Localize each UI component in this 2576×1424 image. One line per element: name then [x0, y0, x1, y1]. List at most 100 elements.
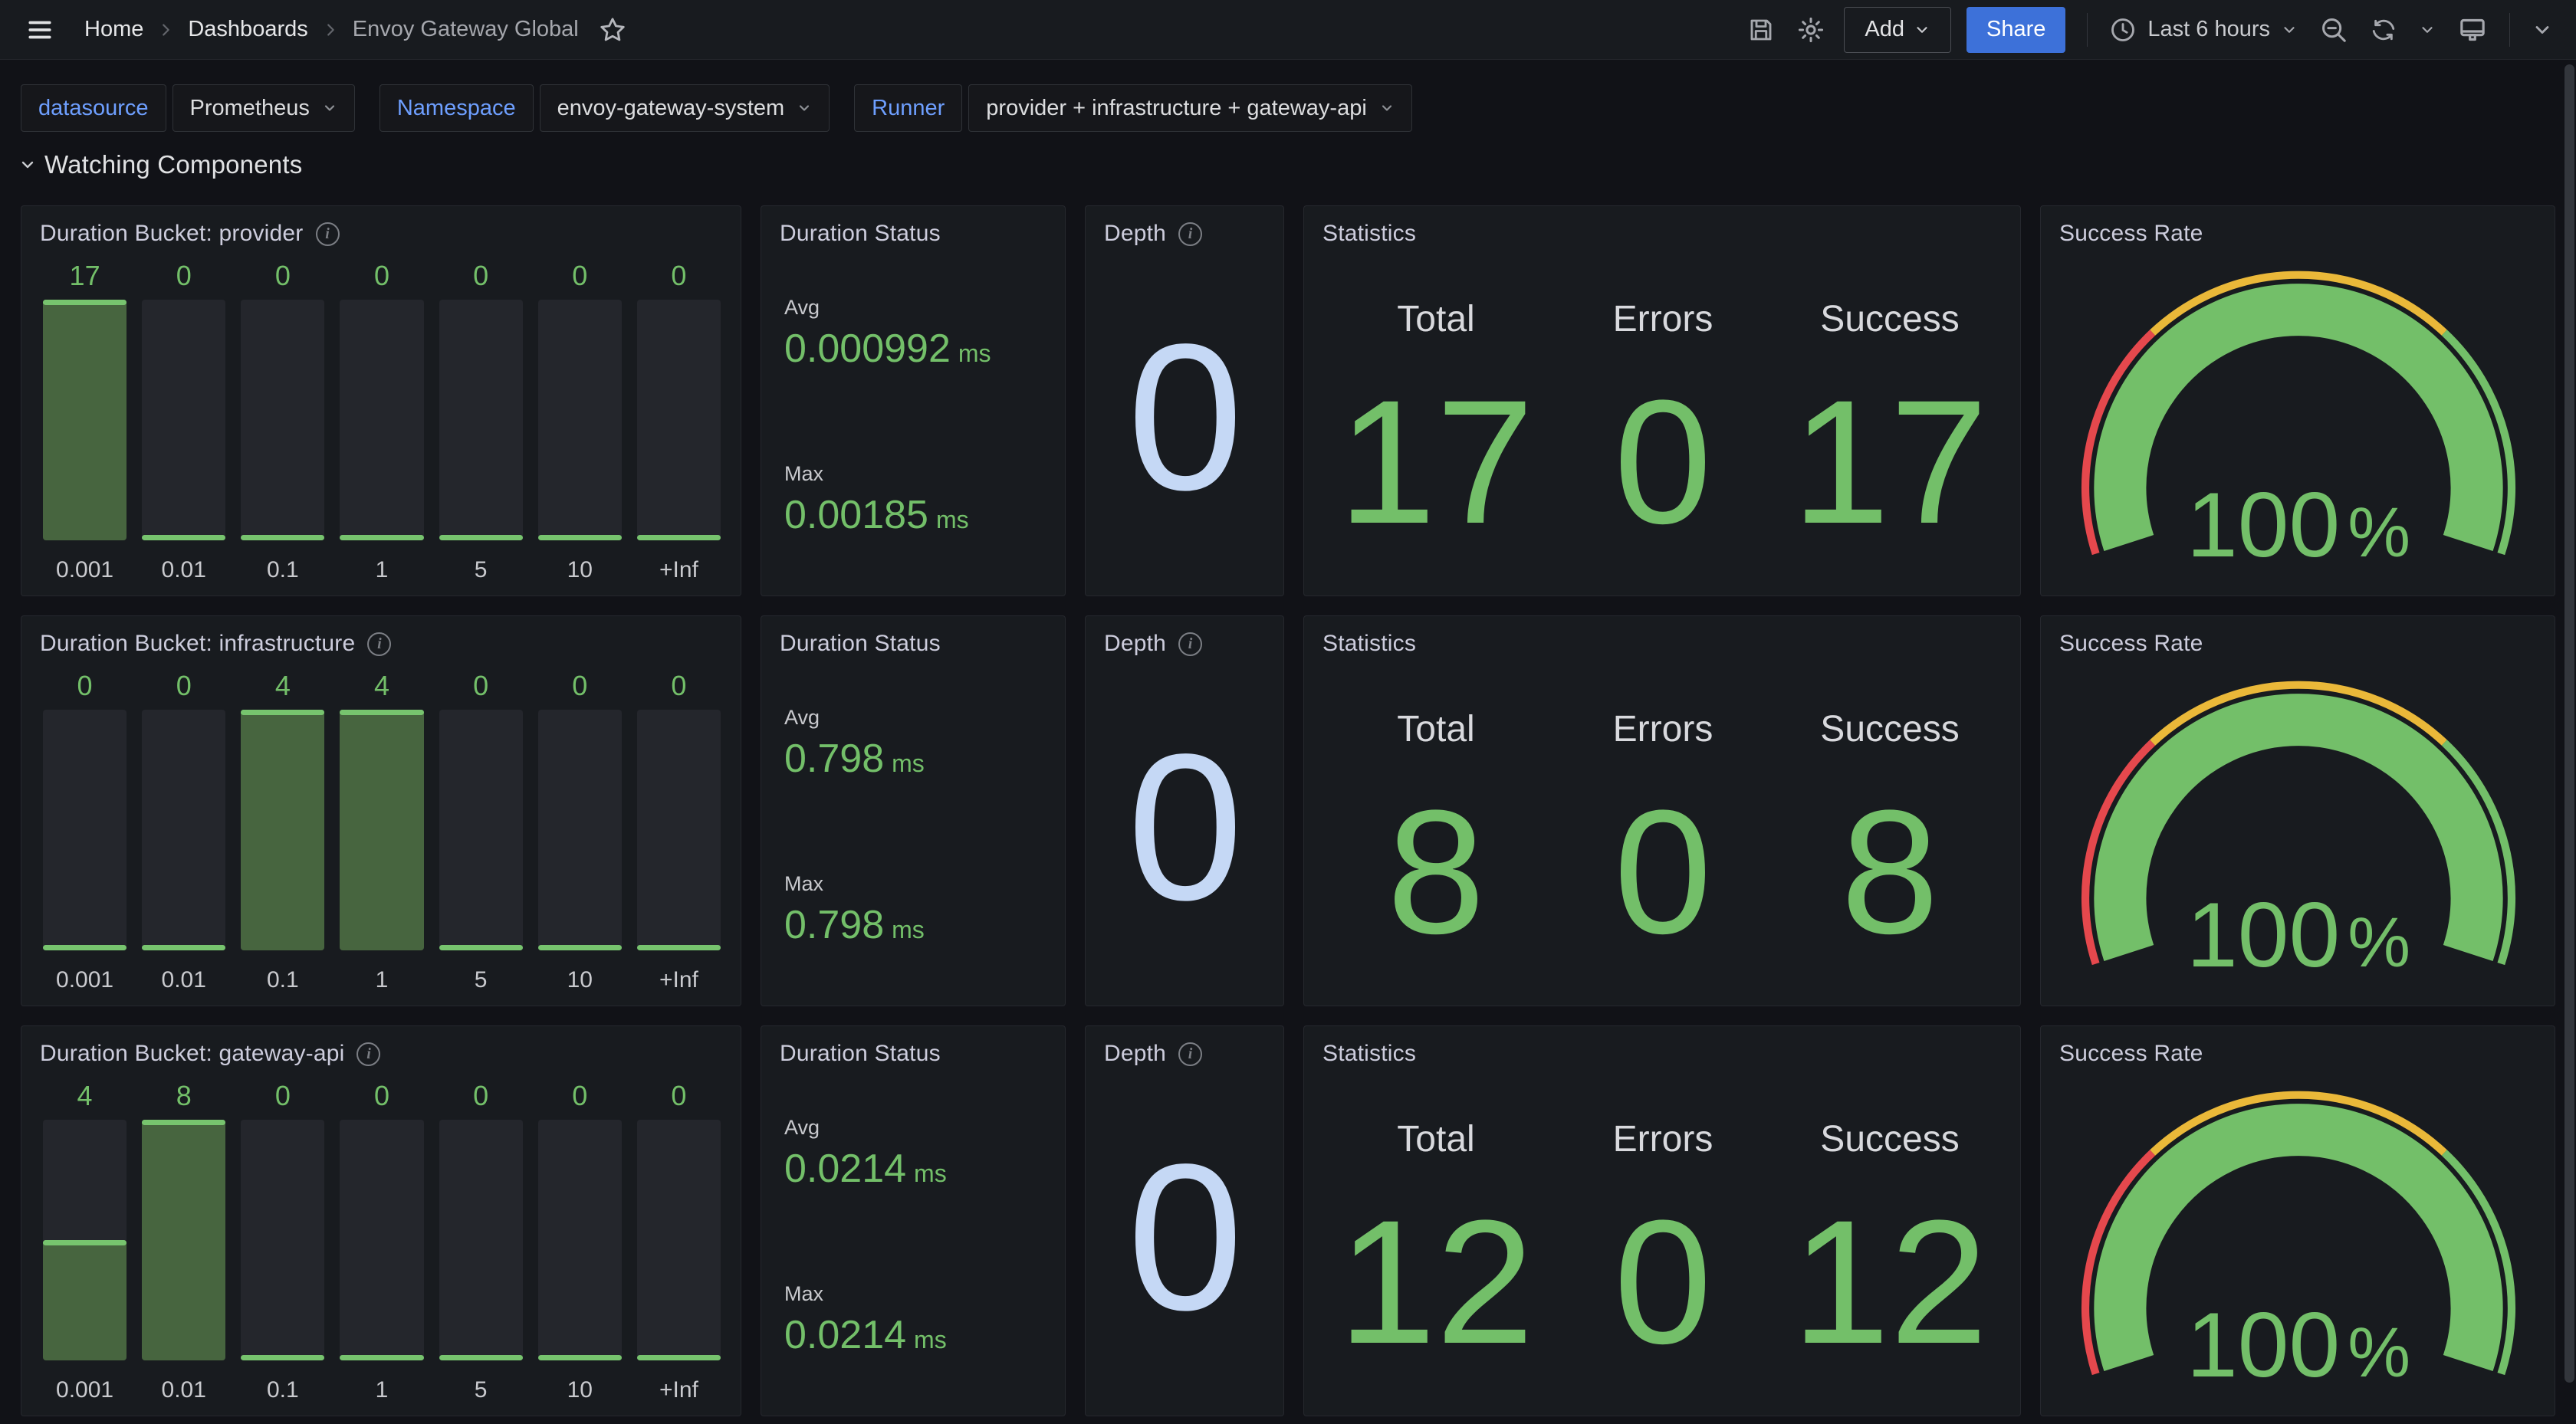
bar-value-label: 0 — [43, 662, 127, 710]
chevron-down-icon — [2281, 21, 2298, 38]
row-section-toggle[interactable]: Watching Components — [18, 150, 302, 179]
stat-column-header: Success — [1820, 708, 1959, 750]
bar-fill — [340, 710, 423, 950]
bar-cap — [637, 945, 721, 950]
variable-value: provider + infrastructure + gateway-api — [986, 96, 1366, 121]
panel-title[interactable]: Success Rate — [2059, 631, 2203, 657]
gauge-chart: 100 % — [2059, 251, 2538, 583]
section-title: Watching Components — [44, 150, 302, 179]
dashboard-grid: Duration Bucket: provider i 170.00100.01… — [21, 205, 2555, 1416]
depth-value: 0 — [1127, 1133, 1243, 1341]
monitor-icon[interactable] — [2457, 15, 2488, 45]
stat-value: 0.0214 — [784, 1312, 906, 1358]
share-button-label: Share — [1986, 17, 2045, 42]
panel-title[interactable]: Depth — [1104, 631, 1166, 657]
bar-track — [538, 710, 622, 950]
info-icon[interactable]: i — [367, 632, 391, 656]
variable-value-dropdown[interactable]: provider + infrastructure + gateway-api — [968, 84, 1411, 132]
stat-value: 0.798 — [784, 902, 884, 948]
panel-depth: Depth i 0 — [1085, 1025, 1284, 1416]
bar-track — [637, 300, 721, 540]
panel-title[interactable]: Success Rate — [2059, 1041, 2203, 1067]
panel-title[interactable]: Duration Bucket: infrastructure — [40, 631, 355, 657]
panel-title[interactable]: Depth — [1104, 221, 1166, 247]
stat-label: Max — [784, 1282, 1048, 1306]
panel-success-rate: Success Rate 100 % — [2040, 1025, 2555, 1416]
bar-track — [439, 710, 523, 950]
bar-value-label: 0 — [538, 252, 622, 300]
bar-x-label: +Inf — [637, 540, 721, 583]
panel-statistics: Statistics Total 12 Errors 0 Success 12 — [1303, 1025, 2021, 1416]
stat-value: 0.798 — [784, 736, 884, 782]
scrollbar-thumb[interactable] — [2564, 64, 2574, 1383]
bar-track — [241, 300, 324, 540]
panel-title[interactable]: Statistics — [1322, 1041, 1416, 1067]
panel-title[interactable]: Duration Bucket: provider — [40, 221, 304, 247]
variable-value: envoy-gateway-system — [557, 96, 785, 121]
panel-title[interactable]: Duration Status — [780, 221, 941, 247]
breadcrumb-dashboards[interactable]: Dashboards — [188, 17, 307, 42]
save-icon[interactable] — [1747, 16, 1775, 44]
panel-title[interactable]: Statistics — [1322, 631, 1416, 657]
info-icon[interactable]: i — [316, 222, 340, 246]
zoom-out-icon[interactable] — [2319, 15, 2348, 44]
stat-column: Total 12 — [1322, 1071, 1549, 1403]
variable-value-dropdown[interactable]: envoy-gateway-system — [540, 84, 830, 132]
bar-column: 00.001 — [43, 662, 127, 993]
panel-title[interactable]: Duration Status — [780, 1041, 941, 1067]
gauge-number: 100 — [2187, 1299, 2340, 1391]
variable-value-dropdown[interactable]: Prometheus — [172, 84, 355, 132]
info-icon[interactable]: i — [1178, 632, 1202, 656]
panel-title[interactable]: Success Rate — [2059, 221, 2203, 247]
chevron-down-icon — [322, 100, 337, 116]
star-icon[interactable] — [599, 16, 626, 44]
bar-value-label: 0 — [439, 1072, 523, 1120]
stat-unit: ms — [892, 750, 925, 778]
toolbar-overflow-dropdown[interactable] — [2532, 19, 2553, 41]
bar-cap — [43, 300, 127, 305]
stat-label: Avg — [784, 1116, 1048, 1140]
variable-label: datasource — [21, 84, 166, 132]
bar-value-label: 4 — [43, 1072, 127, 1120]
menu-icon[interactable] — [23, 13, 57, 47]
panel-success-rate: Success Rate 100 % — [2040, 205, 2555, 596]
share-button[interactable]: Share — [1967, 7, 2065, 53]
add-button[interactable]: Add — [1844, 7, 1951, 53]
bar-fill — [43, 1240, 127, 1360]
refresh-icon[interactable] — [2370, 16, 2397, 44]
gauge-value: 100 % — [2187, 479, 2410, 571]
bar-value-label: 0 — [538, 662, 622, 710]
info-icon[interactable]: i — [1178, 1042, 1202, 1066]
info-icon[interactable]: i — [356, 1042, 380, 1066]
info-icon[interactable]: i — [1178, 222, 1202, 246]
time-range-label: Last 6 hours — [2147, 17, 2270, 42]
bar-track — [43, 710, 127, 950]
bar-track — [241, 710, 324, 950]
breadcrumb-home[interactable]: Home — [84, 17, 143, 42]
stat-column-header: Success — [1820, 1118, 1959, 1160]
bar-cap — [637, 535, 721, 540]
stat-column-value: 12 — [1338, 1160, 1534, 1403]
panel-title[interactable]: Statistics — [1322, 221, 1416, 247]
stat-column-value: 8 — [1841, 750, 1939, 993]
time-range-picker[interactable]: Last 6 hours — [2109, 16, 2298, 44]
panel-title[interactable]: Depth — [1104, 1041, 1166, 1067]
bar-x-label: +Inf — [637, 1360, 721, 1403]
panel-title[interactable]: Duration Status — [780, 631, 941, 657]
panel-title[interactable]: Duration Bucket: gateway-api — [40, 1041, 344, 1067]
stat-column: Success 8 — [1776, 661, 2003, 993]
bar-value-label: 0 — [241, 1072, 324, 1120]
max-stat: Max 0.00185ms — [784, 417, 1048, 583]
bar-cap — [142, 535, 225, 540]
bar-x-label: 0.001 — [43, 1360, 127, 1403]
stat-column-value: 0 — [1614, 1160, 1712, 1403]
stat-column: Success 12 — [1776, 1071, 2003, 1403]
gear-icon[interactable] — [1796, 15, 1825, 44]
stat-column: Total 8 — [1322, 661, 1549, 993]
bar-column: 00.1 — [241, 1072, 324, 1403]
panel-depth: Depth i 0 — [1085, 205, 1284, 596]
bar-x-label: 5 — [439, 950, 523, 993]
stat-column: Success 17 — [1776, 251, 2003, 583]
bar-column: 05 — [439, 1072, 523, 1403]
refresh-interval-dropdown[interactable] — [2419, 21, 2436, 38]
